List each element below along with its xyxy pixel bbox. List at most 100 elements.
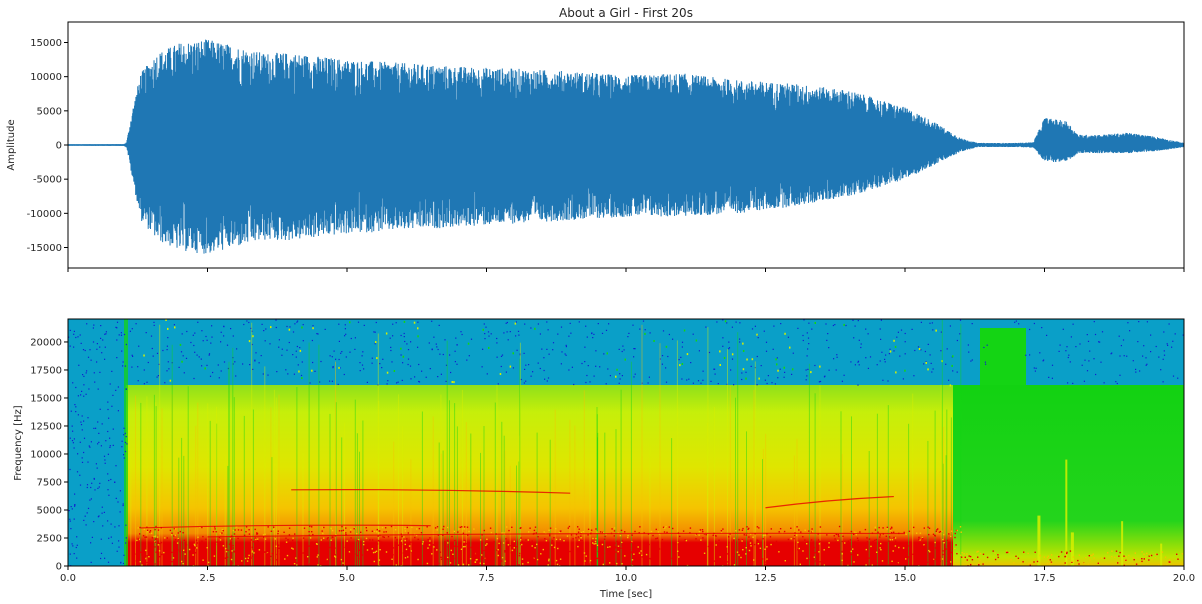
spectrogram-peak-speck (469, 558, 472, 560)
spectrogram-speck (1051, 377, 1053, 379)
spectrogram-peak-speck (939, 530, 942, 533)
spectrogram-peak-speck (885, 535, 887, 537)
spectrogram-speck (235, 375, 237, 377)
spectrogram-speck (506, 331, 508, 333)
spectrogram-streak (503, 435, 505, 566)
spectrogram-streak (671, 438, 673, 566)
spectrogram-peak-speck (748, 536, 750, 538)
spectrogram-peak-speck (490, 531, 493, 534)
spectrogram-peak-speck (292, 537, 294, 539)
spectrogram-speck (857, 384, 859, 386)
spectrogram-speck (568, 369, 570, 371)
waveform-x-ticks (67, 268, 1185, 272)
spectrogram-peak-speck (485, 544, 487, 546)
spectrogram-speck (83, 375, 85, 377)
spectrogram-tail-speck (1078, 554, 1080, 556)
spectrogram-speck (496, 342, 498, 344)
spectrogram-speck (167, 327, 169, 330)
spectrogram-tail-speck (971, 559, 974, 561)
spectrogram-peak-speck (250, 557, 252, 559)
spectrogram-speck (764, 379, 766, 381)
spectrogram-peak-speck (696, 557, 699, 559)
spectrogram-peak-speck (273, 526, 275, 528)
spectrogram-speck (603, 353, 605, 355)
spectrogram-speck (763, 330, 765, 332)
spectrogram-peak-speck (371, 542, 373, 545)
spectrogram-speck (72, 442, 74, 444)
spectrogram-speck (802, 334, 804, 337)
spectrogram-speck (852, 319, 854, 321)
spectrogram-speck (349, 321, 351, 324)
spectrogram-peak-speck (855, 533, 857, 536)
spectrogram-speck (1095, 373, 1097, 376)
spectrogram-speck (896, 336, 898, 338)
spectrogram-peak-speck (383, 536, 385, 538)
spectrogram-streak (438, 442, 440, 566)
spectrogram-peak-speck (581, 540, 583, 542)
spectrogram-y-tick-label: 7500 (37, 477, 62, 488)
spectrogram-peak-speck (281, 555, 283, 557)
spectrogram-peak-speck (716, 545, 718, 548)
spectrogram-peak-speck (454, 557, 456, 560)
spectrogram-peak-speck (614, 545, 617, 548)
spectrogram-speck (125, 436, 127, 438)
spectrogram-speck (220, 331, 222, 333)
spectrogram-speck (71, 543, 73, 545)
spectrogram-peak-speck (256, 532, 258, 534)
spectrogram-peak-speck (286, 554, 289, 557)
spectrogram-peak-speck (177, 537, 179, 540)
spectrogram-speck (83, 420, 85, 422)
spectrogram-speck (288, 328, 291, 331)
spectrogram-speck (824, 375, 826, 377)
spectrogram-streak (252, 409, 254, 566)
spectrogram-peak-speck (139, 561, 141, 563)
spectrogram-speck (911, 328, 913, 330)
spectrogram-peak-speck (559, 538, 561, 541)
spectrogram-peak-speck (279, 553, 281, 555)
spectrogram-peak-speck (201, 540, 203, 542)
spectrogram-speck (742, 342, 744, 345)
spectrogram-peak-speck (797, 549, 799, 551)
spectrogram-speck (1086, 334, 1088, 336)
spectrogram-speck (584, 361, 586, 363)
spectrogram-peak-speck (304, 552, 307, 555)
spectrogram-speck (312, 325, 314, 327)
spectrogram-speck (565, 346, 567, 348)
spectrogram-speck (116, 550, 118, 552)
spectrogram-speck (73, 553, 75, 555)
spectrogram-speck (220, 370, 222, 372)
spectrogram-peak-speck (171, 551, 173, 554)
spectrogram-peak-speck (758, 560, 761, 562)
spectrogram-speck (845, 324, 847, 327)
spectrogram-peak-speck (416, 549, 418, 551)
spectrogram-speck (940, 350, 942, 352)
spectrogram-peak-speck (188, 548, 191, 551)
spectrogram-peak-speck (146, 531, 149, 533)
spectrogram-speck (119, 490, 121, 492)
spectrogram-peak-speck (421, 543, 424, 545)
spectrogram-peak-speck (814, 552, 816, 554)
spectrogram-peak-speck (292, 548, 294, 550)
spectrogram-speck (589, 381, 591, 383)
spectrogram-peak-speck (884, 543, 886, 545)
spectrogram-speck (320, 360, 322, 363)
spectrogram-speck (248, 340, 251, 343)
spectrogram-speck (91, 536, 93, 538)
spectrogram-speck (983, 346, 985, 349)
spectrogram-speck (681, 363, 684, 365)
spectrogram-speck (69, 520, 71, 522)
spectrogram-peak-speck (823, 549, 825, 551)
spectrogram-peak-speck (372, 546, 374, 548)
spectrogram-peak-speck (376, 543, 379, 545)
spectrogram-peak-speck (394, 529, 397, 531)
spectrogram-streak (753, 389, 755, 566)
spectrogram-peak-speck (648, 543, 650, 546)
spectrogram-peak-speck (724, 558, 727, 560)
spectrogram-peak-speck (325, 558, 327, 560)
spectrogram-speck (792, 352, 794, 354)
spectrogram-speck (428, 342, 430, 344)
spectrogram-peak-speck (891, 560, 893, 562)
spectrogram-peak-speck (652, 564, 654, 566)
spectrogram-peak-speck (870, 545, 872, 548)
spectrogram-peak-speck (468, 530, 470, 533)
